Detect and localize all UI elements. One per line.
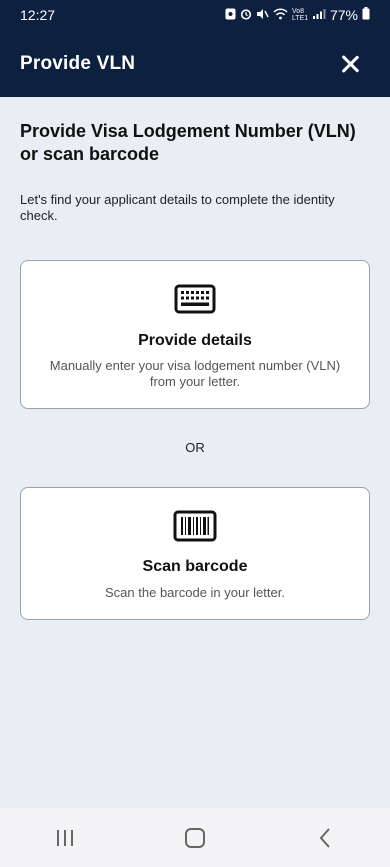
app-bar: Provide VLN bbox=[0, 30, 390, 97]
battery-percent: 77% bbox=[329, 7, 358, 23]
provide-details-title: Provide details bbox=[138, 332, 252, 349]
app-bar-title: Provide VLN bbox=[20, 52, 136, 74]
scan-barcode-title: Scan barcode bbox=[142, 558, 248, 575]
alarm-icon bbox=[240, 7, 252, 23]
wifi-icon bbox=[273, 7, 288, 23]
or-separator: OR bbox=[185, 440, 205, 455]
home-icon[interactable] bbox=[165, 818, 225, 858]
scan-barcode-card[interactable]: Scan barcode Scan the barcode in your le… bbox=[20, 487, 370, 620]
main-content: Provide Visa Lodgement Number (VLN) or s… bbox=[20, 97, 370, 224]
status-bar: 12:27 Vo8 LTE1 77% bbox=[0, 0, 390, 30]
provide-details-description: Manually enter your visa lodgement numbe… bbox=[49, 358, 341, 389]
barcode-icon bbox=[173, 510, 217, 547]
signal-icon bbox=[312, 7, 326, 23]
status-icons: Vo8 LTE1 77% bbox=[225, 7, 370, 23]
close-icon[interactable] bbox=[338, 52, 362, 76]
page-subtext: Let's find your applicant details to com… bbox=[20, 192, 335, 223]
battery-icon bbox=[362, 7, 370, 23]
mute-icon bbox=[256, 7, 269, 23]
keyboard-icon bbox=[174, 284, 216, 319]
back-icon[interactable] bbox=[295, 818, 355, 858]
sim-icon bbox=[225, 7, 236, 23]
provide-details-card[interactable]: Provide details Manually enter your visa… bbox=[20, 260, 370, 409]
status-time: 12:27 bbox=[20, 7, 56, 23]
recent-apps-icon[interactable] bbox=[35, 818, 95, 858]
system-nav-bar bbox=[0, 808, 390, 867]
volte-icon: Vo8 LTE1 bbox=[291, 8, 309, 22]
page-heading: Provide Visa Lodgement Number (VLN) or s… bbox=[20, 121, 356, 164]
scan-barcode-description: Scan the barcode in your letter. bbox=[105, 585, 285, 600]
